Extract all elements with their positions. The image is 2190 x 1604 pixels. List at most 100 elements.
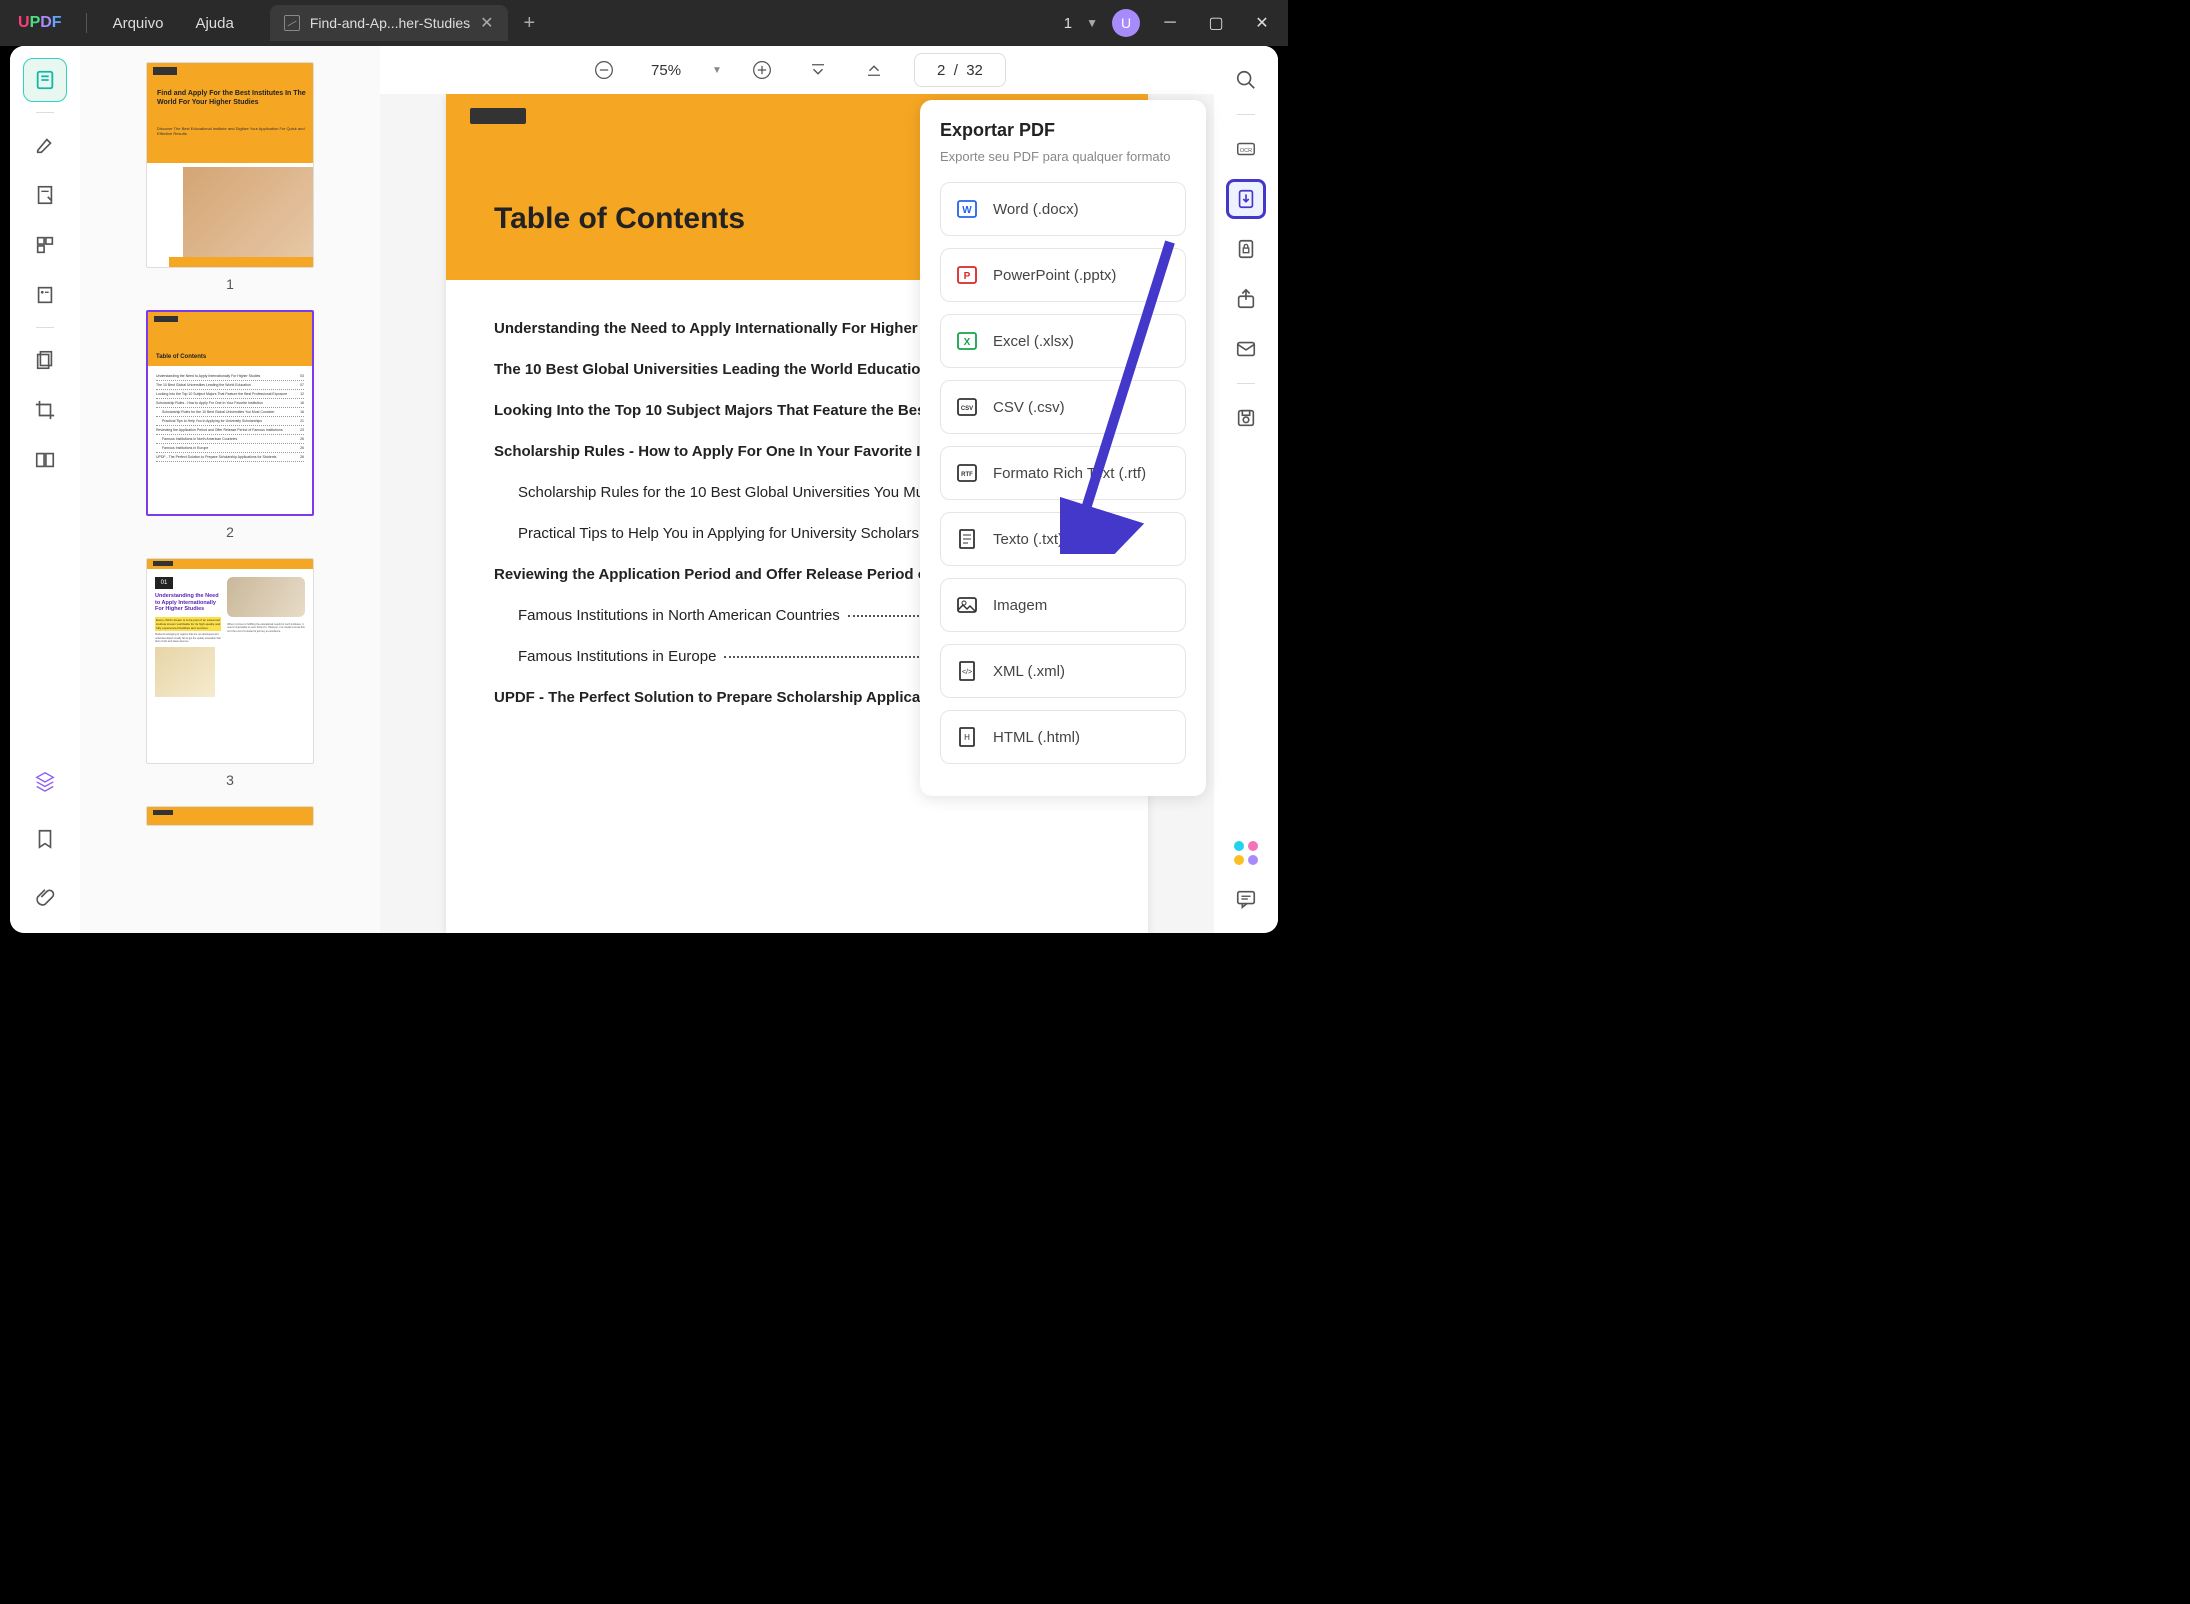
search-button[interactable] (1226, 60, 1266, 100)
zoom-value: 75% (644, 62, 688, 79)
export-option-xml[interactable]: </> XML (.xml) (940, 644, 1186, 698)
export-panel-subtitle: Exporte seu PDF para qualquer formato (940, 149, 1186, 164)
ocr-button[interactable]: OCR (1226, 129, 1266, 169)
toc-text: Scholarship Rules - How to Apply For One… (494, 443, 989, 460)
export-option-excel[interactable]: X Excel (.xlsx) (940, 314, 1186, 368)
chevron-down-bar-icon (809, 61, 827, 79)
thumbnail-panel[interactable]: Find and Apply For the Best Institutes I… (80, 46, 380, 933)
thumbnail-number: 1 (226, 276, 234, 292)
share-button[interactable] (1226, 279, 1266, 319)
thumbnail-1[interactable]: Find and Apply For the Best Institutes I… (146, 62, 314, 268)
share-icon (1235, 288, 1257, 310)
format-label: Excel (.xlsx) (993, 333, 1074, 350)
window-minimize-button[interactable]: ─ (1154, 9, 1186, 37)
zoom-dropdown[interactable]: ▼ (712, 65, 722, 76)
thumbnail-number: 3 (226, 772, 234, 788)
left-sidebar (10, 46, 80, 933)
layers-icon (34, 770, 56, 792)
toc-text: The 10 Best Global Universities Leading … (494, 361, 930, 378)
zoom-in-button[interactable] (746, 54, 778, 86)
crop-icon (34, 399, 56, 421)
save-button[interactable] (1226, 398, 1266, 438)
organize-tool-button[interactable] (23, 223, 67, 267)
thumbnail-4[interactable] (146, 806, 314, 826)
edit-tool-button[interactable] (23, 173, 67, 217)
plus-circle-icon (752, 60, 772, 80)
comment-tool-button[interactable] (23, 123, 67, 167)
format-icon: W (955, 197, 979, 221)
tab-close-button[interactable]: ✕ (480, 13, 493, 33)
svg-text:W: W (962, 205, 972, 216)
menu-help[interactable]: Ajuda (179, 9, 249, 38)
export-option-formato[interactable]: RTF Formato Rich Text (.rtf) (940, 446, 1186, 500)
comment-icon (1235, 888, 1257, 910)
svg-text:OCR: OCR (1240, 148, 1252, 154)
svg-text:CSV: CSV (961, 406, 973, 412)
attachment-button[interactable] (23, 875, 67, 919)
search-icon (1235, 69, 1257, 91)
user-avatar[interactable]: U (1112, 9, 1140, 37)
mail-icon (1235, 338, 1257, 360)
email-button[interactable] (1226, 329, 1266, 369)
view-toolbar: 75% ▼ 2 / 32 (380, 46, 1214, 94)
layers-button[interactable] (23, 759, 67, 803)
format-icon: CSV (955, 395, 979, 419)
page-up-button[interactable] (858, 54, 890, 86)
minus-circle-icon (594, 60, 614, 80)
chevron-down-icon[interactable]: ▼ (1086, 16, 1098, 30)
crop-tool-button[interactable] (23, 388, 67, 432)
format-icon: X (955, 329, 979, 353)
pages-icon (34, 234, 56, 256)
window-maximize-button[interactable]: ▢ (1200, 9, 1232, 37)
chevron-up-bar-icon (865, 61, 883, 79)
book-icon (34, 69, 56, 91)
divider (1237, 114, 1255, 115)
export-button[interactable] (1226, 179, 1266, 219)
menu-file[interactable]: Arquivo (97, 9, 180, 38)
export-option-word[interactable]: W Word (.docx) (940, 182, 1186, 236)
zoom-out-button[interactable] (588, 54, 620, 86)
page-number-input[interactable]: 2 / 32 (914, 53, 1006, 87)
export-option-html[interactable]: HHTML (.html) (940, 710, 1186, 764)
bookmark-icon (34, 828, 56, 850)
svg-text:X: X (964, 337, 971, 348)
highlighter-icon (34, 134, 56, 156)
format-label: Formato Rich Text (.rtf) (993, 465, 1146, 482)
thumbnail-3[interactable]: 01 Understanding the Need to Apply Inter… (146, 558, 314, 764)
thumbnail-number: 2 (226, 524, 234, 540)
reader-mode-button[interactable] (23, 58, 67, 102)
edit-page-icon (34, 184, 56, 206)
protect-button[interactable] (1226, 229, 1266, 269)
compare-tool-button[interactable] (23, 438, 67, 482)
export-option-texto[interactable]: Texto (.txt) (940, 512, 1186, 566)
ai-assistant-button[interactable] (1234, 841, 1258, 865)
format-icon (955, 593, 979, 617)
format-label: Texto (.txt) (993, 531, 1063, 548)
thumbnail-2[interactable]: Table of Contents Understanding the Need… (146, 310, 314, 516)
bookmark-button[interactable] (23, 817, 67, 861)
window-close-button[interactable]: ✕ (1246, 9, 1278, 37)
export-option-csv[interactable]: CSVCSV (.csv) (940, 380, 1186, 434)
format-label: XML (.xml) (993, 663, 1065, 680)
form-icon (34, 284, 56, 306)
form-tool-button[interactable] (23, 273, 67, 317)
page-down-button[interactable] (802, 54, 834, 86)
pages-panel-button[interactable] (23, 338, 67, 382)
format-label: Word (.docx) (993, 201, 1079, 218)
format-icon: H (955, 725, 979, 749)
new-tab-button[interactable]: + (524, 12, 536, 35)
export-option-powerpoint[interactable]: PPowerPoint (.pptx) (940, 248, 1186, 302)
paperclip-icon (34, 886, 56, 908)
lock-file-icon (1235, 238, 1257, 260)
format-label: Imagem (993, 597, 1047, 614)
document-tab[interactable]: Find-and-Ap...her-Studies ✕ (270, 5, 508, 41)
save-icon (1235, 407, 1257, 429)
comment-panel-button[interactable] (1226, 879, 1266, 919)
format-icon: RTF (955, 461, 979, 485)
svg-text:</>: </> (962, 669, 972, 676)
format-icon: </> (955, 659, 979, 683)
export-option-imagem[interactable]: Imagem (940, 578, 1186, 632)
svg-text:RTF: RTF (961, 472, 973, 478)
tab-count: 1 (1064, 15, 1072, 32)
divider (36, 327, 54, 328)
